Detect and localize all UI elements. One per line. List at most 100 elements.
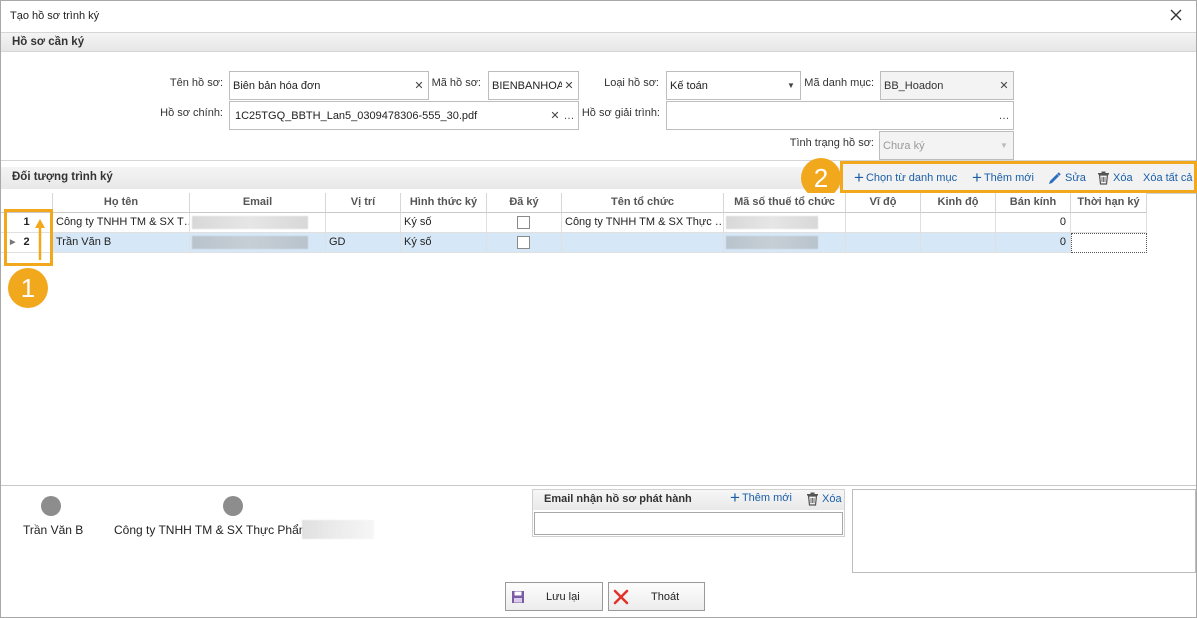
email-xoa-label: Xóa [822, 493, 842, 505]
signer-dot [41, 496, 61, 516]
col-ma-so-thue[interactable]: Mã số thuế tổ chức [724, 193, 846, 213]
signer-name: Trần Văn B [23, 523, 84, 537]
clear-icon[interactable]: ✕ [412, 72, 426, 99]
cell-mst[interactable] [724, 213, 846, 233]
ma-ho-so-field[interactable]: BIENBANHOAD ✕ [488, 71, 579, 100]
tinh-trang-label: Tình trạng hồ sơ: [789, 137, 874, 149]
cell-to-chuc[interactable]: Công ty TNHH TM & SX Thực … [562, 213, 724, 233]
email-panel-header: Email nhận hồ sơ phát hành + Thêm mới Xó… [533, 488, 844, 510]
ho-so-giai-trinh-field[interactable]: … [666, 101, 1014, 130]
doi-tuong-section-header: Đối tượng trình ký [1, 167, 841, 189]
col-kinh-do[interactable]: Kinh độ [921, 193, 996, 213]
clear-icon[interactable]: ✕ [562, 72, 576, 99]
clear-icon[interactable]: ✕ [997, 72, 1011, 99]
loai-ho-so-value: Kế toán [670, 79, 708, 92]
ho-so-chinh-value: 1C25TGQ_BBTH_Lan5_0309478306-555_30.pdf [235, 109, 478, 122]
redacted-name [302, 520, 374, 539]
cell-vi-do[interactable] [846, 213, 921, 233]
cell-mst[interactable] [724, 233, 846, 253]
annotation-badge-2: 2 [801, 158, 841, 198]
loai-ho-so-label: Loại hồ sơ: [604, 77, 659, 89]
cell-ban-kinh[interactable]: 0 [996, 213, 1071, 233]
annotation-badge-1: 1 [8, 268, 48, 308]
clear-icon[interactable]: ✕ [548, 102, 562, 129]
arrow-up-icon [35, 219, 45, 260]
ho-so-section-header: Hồ sơ cần ký [1, 32, 1196, 52]
chevron-down-icon: ▼ [997, 132, 1011, 159]
red-x-icon [613, 589, 629, 604]
browse-ellipsis-icon[interactable]: … [997, 102, 1011, 129]
save-button[interactable]: Lưu lại [505, 582, 603, 611]
redacted-email [192, 216, 308, 229]
col-thoi-han-ky[interactable]: Thời hạn ký [1071, 193, 1147, 213]
cell-vi-do[interactable] [846, 233, 921, 253]
signer-dot [223, 496, 243, 516]
ho-so-section-title: Hồ sơ cần ký [12, 36, 85, 48]
ma-danh-muc-field[interactable]: BB_Hoadon ✕ [880, 71, 1014, 100]
doi-tuong-section-title: Đối tượng trình ký [12, 171, 113, 183]
ho-so-chinh-label: Hồ sơ chính: [160, 107, 223, 119]
table-row[interactable]: 1 Công ty TNHH TM & SX T… Ký số Công ty … [1, 213, 1147, 233]
da-ky-checkbox[interactable] [517, 216, 530, 229]
window-title: Tạo hồ sơ trình ký [10, 10, 100, 22]
col-vi-do[interactable]: Vĩ độ [846, 193, 921, 213]
highlight-box-toolbar [840, 161, 1197, 193]
ma-danh-muc-label: Mã danh mục: [804, 77, 874, 89]
col-da-ky[interactable]: Đã ký [487, 193, 562, 213]
table-row-selected[interactable]: ▶ 2 Trần Văn B GD Ký số 0 [1, 233, 1147, 253]
redacted-email [192, 236, 308, 249]
email-panel: Email nhận hồ sơ phát hành + Thêm mới Xó… [532, 489, 845, 537]
col-ten-to-chuc[interactable]: Tên tổ chức [562, 193, 724, 213]
cell-hinh-thuc[interactable]: Ký số [401, 233, 487, 253]
cell-vi-tri[interactable] [326, 213, 401, 233]
grid-bottom-border [1, 485, 1196, 486]
chevron-down-icon[interactable]: ▼ [784, 72, 798, 99]
cell-thoi-han-focused[interactable] [1071, 233, 1147, 253]
col-ho-ten[interactable]: Họ tên [53, 193, 190, 213]
da-ky-checkbox[interactable] [517, 236, 530, 249]
ten-ho-so-label: Tên hồ sơ: [169, 77, 223, 89]
cell-to-chuc[interactable] [562, 233, 724, 253]
cell-hinh-thuc[interactable]: Ký số [401, 213, 487, 233]
save-label: Lưu lại [546, 590, 580, 603]
tinh-trang-value: Chưa ký [883, 139, 925, 152]
cell-ho-ten[interactable]: Trần Văn B [53, 233, 190, 253]
email-xoa-button[interactable]: Xóa [806, 492, 842, 506]
exit-button[interactable]: Thoát [608, 582, 705, 611]
cell-vi-tri[interactable]: GD [326, 233, 401, 253]
email-input[interactable] [534, 512, 843, 535]
loai-ho-so-select[interactable]: Kế toán ▼ [666, 71, 801, 100]
plus-icon: + [730, 488, 740, 507]
ho-so-chinh-field[interactable]: 1C25TGQ_BBTH_Lan5_0309478306-555_30.pdf … [229, 101, 579, 130]
cell-kinh-do[interactable] [921, 233, 996, 253]
ten-ho-so-field[interactable]: Biên bản hóa đơn ✕ [229, 71, 429, 100]
col-hinh-thuc-ky[interactable]: Hình thức ký [401, 193, 487, 213]
signer-name: Công ty TNHH TM & SX Thực Phẩm [114, 523, 309, 537]
cell-ban-kinh[interactable]: 0 [996, 233, 1071, 253]
cell-email[interactable] [190, 233, 326, 253]
email-them-moi-button[interactable]: + Thêm mới [730, 488, 792, 507]
save-disk-icon [512, 590, 524, 603]
redacted-mst [726, 236, 818, 249]
col-ban-kinh[interactable]: Bán kính [996, 193, 1071, 213]
ma-danh-muc-value: BB_Hoadon [884, 79, 944, 92]
ma-ho-so-label: Mã hồ sơ: [431, 77, 481, 89]
ho-so-giai-trinh-label: Hồ sơ giải trình: [581, 107, 660, 119]
trash-icon [807, 492, 818, 506]
email-them-moi-label: Thêm mới [741, 492, 792, 504]
tinh-trang-select: Chưa ký ▼ [879, 131, 1014, 160]
redacted-mst [726, 216, 818, 229]
cell-ho-ten[interactable]: Công ty TNHH TM & SX T… [53, 213, 190, 233]
cell-da-ky[interactable] [487, 213, 562, 233]
title-bar: Tạo hồ sơ trình ký [1, 1, 1196, 31]
col-email[interactable]: Email [190, 193, 326, 213]
col-vi-tri[interactable]: Vị trí [326, 193, 401, 213]
cell-kinh-do[interactable] [921, 213, 996, 233]
note-textarea[interactable] [852, 489, 1196, 573]
dialog-window: Tạo hồ sơ trình ký Hồ sơ cần ký Tên hồ s… [0, 0, 1197, 618]
close-icon[interactable] [1167, 6, 1185, 24]
cell-thoi-han[interactable] [1071, 213, 1147, 233]
ten-ho-so-value: Biên bản hóa đơn [233, 79, 321, 92]
cell-email[interactable] [190, 213, 326, 233]
cell-da-ky[interactable] [487, 233, 562, 253]
